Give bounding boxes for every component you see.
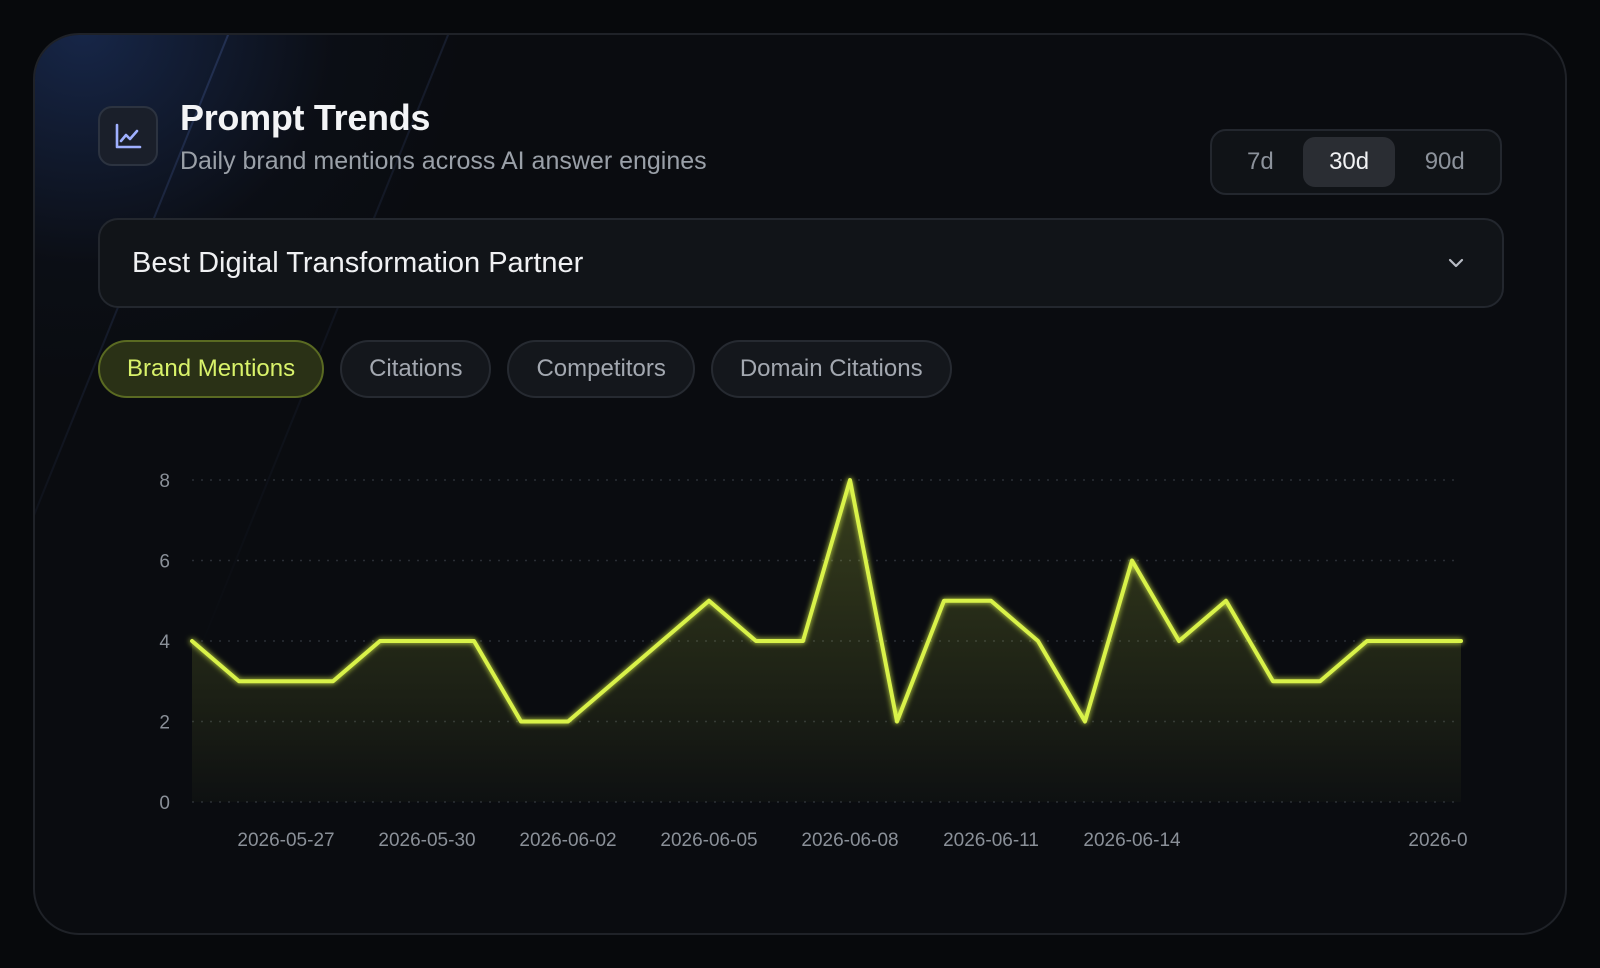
data-point[interactable] [1079,716,1091,728]
x-tick-label: 2026-06-02 [519,830,616,851]
data-point[interactable] [1455,635,1467,647]
data-point[interactable] [938,595,950,607]
x-tick-label: 2026-06-08 [801,830,898,851]
data-point[interactable] [1173,635,1185,647]
data-point[interactable] [844,474,856,486]
data-point[interactable] [1032,635,1044,647]
data-point[interactable] [1314,675,1326,687]
data-point[interactable] [985,595,997,607]
data-point[interactable] [1220,595,1232,607]
x-tick-label: 2026-06-05 [660,830,757,851]
y-tick-label: 4 [159,632,170,653]
data-point[interactable] [609,675,621,687]
data-point[interactable] [327,675,339,687]
x-tick-label: 2026-0 [1408,830,1467,851]
data-point[interactable] [186,635,198,647]
y-tick-label: 0 [159,793,170,814]
data-point[interactable] [374,635,386,647]
x-tick-label: 2026-05-30 [378,830,475,851]
data-point[interactable] [1126,555,1138,567]
data-point[interactable] [468,635,480,647]
prompt-trends-card: Prompt Trends Daily brand mentions acros… [33,33,1567,935]
data-point[interactable] [797,635,809,647]
data-point[interactable] [280,675,292,687]
data-point[interactable] [515,716,527,728]
x-tick-label: 2026-06-14 [1083,830,1181,851]
data-point[interactable] [1361,635,1373,647]
data-point[interactable] [703,595,715,607]
data-point[interactable] [562,716,574,728]
data-point[interactable] [233,675,245,687]
brand-mentions-chart: 0 2 4 6 8 2026-05-27 2026-05-30 2026-06-02 2026… [159,471,1467,851]
x-tick-label: 2026-06-11 [943,830,1039,851]
x-tick-label: 2026-05-27 [237,830,334,851]
data-point[interactable] [750,635,762,647]
data-point[interactable] [1408,635,1420,647]
data-point[interactable] [421,635,433,647]
data-point[interactable] [656,635,668,647]
data-point[interactable] [891,716,903,728]
y-tick-label: 2 [159,713,170,734]
data-point[interactable] [1267,675,1279,687]
y-tick-label: 6 [159,552,170,573]
y-tick-label: 8 [159,471,170,492]
